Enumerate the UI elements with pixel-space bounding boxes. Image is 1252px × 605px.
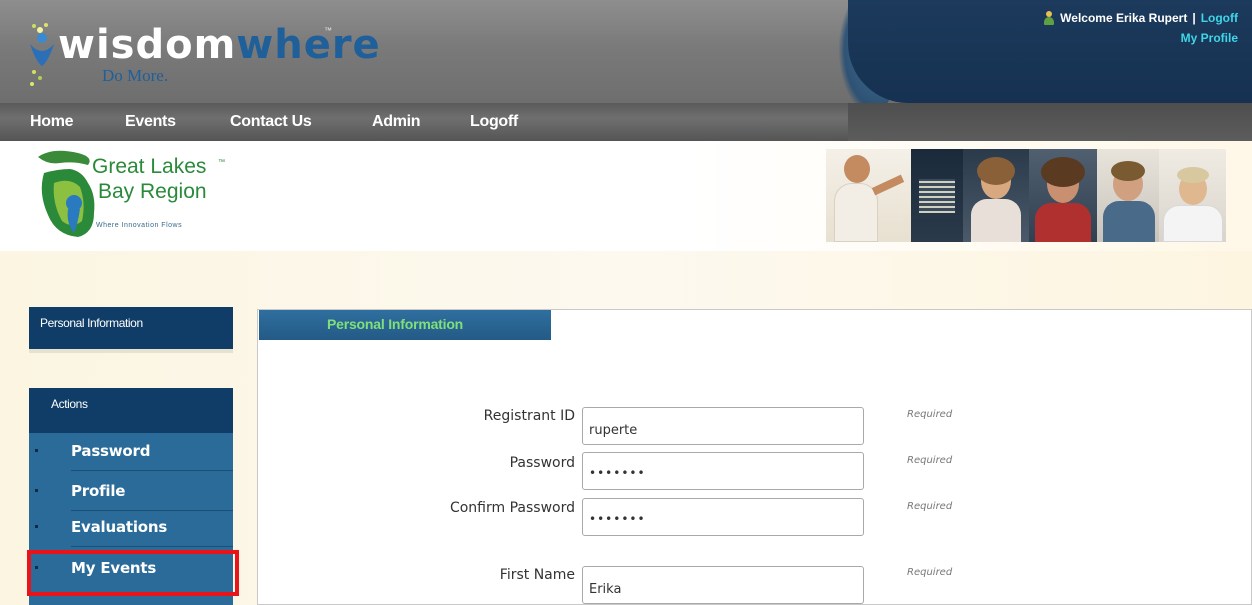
tab-label: Personal Information — [327, 316, 464, 332]
required-note: Required — [907, 455, 953, 466]
brand-bay-region: Bay Region — [98, 180, 207, 203]
site-header: wisdomwhere ™ Do More. Welcome Erika Rup… — [0, 0, 1252, 103]
divider — [71, 470, 233, 471]
photo-student-boy — [1097, 149, 1159, 242]
sidebar-item-label: Password — [71, 442, 151, 460]
brand-great-lakes: Great Lakes — [92, 155, 207, 178]
highlight-box — [27, 550, 239, 596]
welcome-separator: | — [1192, 11, 1196, 25]
nav-item-admin[interactable]: Admin — [372, 113, 421, 131]
welcome-text: Welcome Erika Rupert — [1060, 11, 1188, 25]
logoff-link[interactable]: Logoff — [1201, 11, 1238, 25]
banner-photo-strip — [826, 149, 1226, 242]
confirm-password-field[interactable]: ••••••• — [582, 498, 864, 536]
welcome-bar: Welcome Erika Rupert | Logoff — [1043, 11, 1238, 25]
sidebar-personal-info-label: Personal Information — [40, 316, 143, 330]
required-note: Required — [907, 409, 953, 420]
nav-right-tint — [848, 103, 1252, 141]
sidebar-personal-info[interactable]: Personal Information — [29, 307, 233, 353]
photo-student-smiling — [1029, 149, 1097, 242]
photo-student-writing — [1159, 149, 1226, 242]
sidebar-actions-header: Actions — [29, 388, 233, 433]
sidebar-item-password[interactable]: Password — [29, 433, 233, 471]
sidebar-item-profile[interactable]: Profile — [29, 473, 233, 511]
first-name-label: First Name — [499, 567, 575, 583]
nav-item-home[interactable]: Home — [30, 113, 74, 131]
tab-personal-information[interactable]: Personal Information — [259, 310, 551, 340]
nav-item-events[interactable]: Events — [125, 113, 176, 131]
registrant-id-field[interactable]: ruperte — [582, 407, 864, 445]
required-note: Required — [907, 501, 953, 512]
brand-tagline: Where Innovation Flows — [96, 222, 183, 229]
sidebar-item-label: Evaluations — [71, 518, 168, 536]
sidebar-actions-title: Actions — [51, 397, 88, 411]
logo-dots-icon — [30, 23, 54, 86]
divider — [71, 546, 233, 547]
photo-teacher — [826, 149, 911, 242]
first-name-field[interactable]: Erika — [582, 566, 864, 604]
photo-computer — [911, 149, 963, 242]
my-profile-link[interactable]: My Profile — [1181, 31, 1238, 45]
main-nav: Home Events Contact Us Admin Logoff — [0, 103, 1252, 141]
password-field[interactable]: ••••••• — [582, 452, 864, 490]
logo-trademark: ™ — [324, 26, 332, 35]
registrant-id-label: Registrant ID — [483, 408, 575, 424]
photo-student-woman — [963, 149, 1029, 242]
confirm-password-label: Confirm Password — [449, 500, 575, 516]
brand-logo[interactable]: wisdomwhere — [58, 22, 381, 68]
required-note: Required — [907, 567, 953, 578]
logo-wisdom: wisdom — [58, 22, 237, 68]
logo-tagline: Do More. — [102, 66, 169, 85]
bullet-icon — [35, 525, 38, 528]
brand-trademark: ™ — [218, 159, 225, 166]
bullet-icon — [35, 489, 38, 492]
nav-item-logoff[interactable]: Logoff — [470, 113, 518, 131]
bullet-icon — [35, 449, 38, 452]
logo-where: where — [236, 22, 381, 68]
sidebar-item-evaluations[interactable]: Evaluations — [29, 509, 233, 547]
sidebar-item-label: Profile — [71, 482, 126, 500]
nav-item-contact-us[interactable]: Contact Us — [230, 113, 312, 131]
password-label: Password — [509, 455, 575, 471]
user-icon — [1043, 11, 1055, 25]
